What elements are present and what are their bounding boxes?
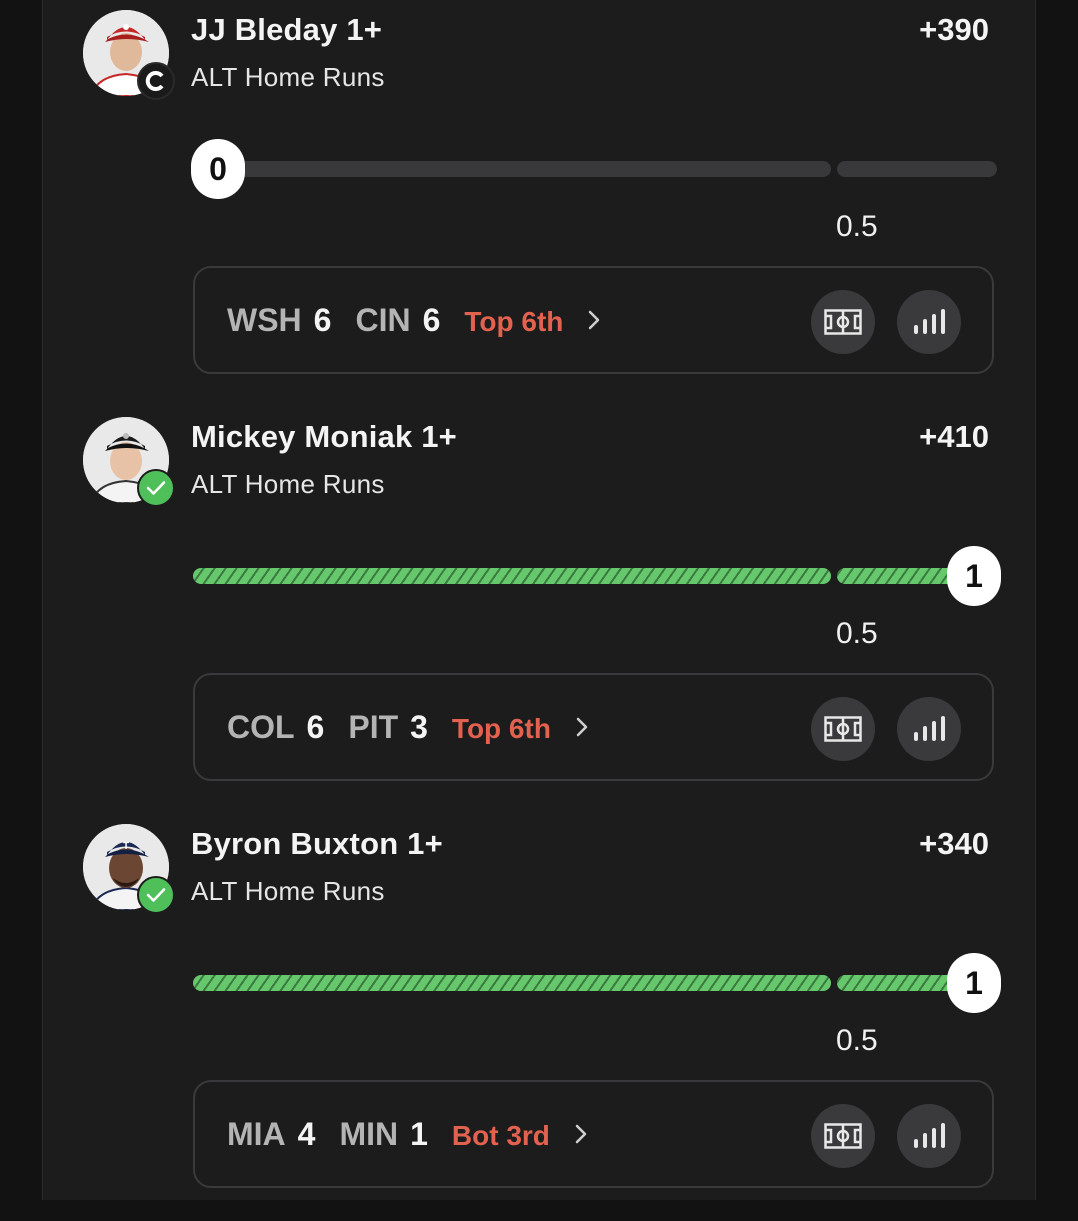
game-inning: Top 6th — [464, 306, 564, 337]
team-logo-badge — [137, 62, 175, 100]
away-score: 6 — [306, 709, 325, 745]
home-team: CIN — [355, 302, 411, 338]
game-inning: Bot 3rd — [451, 1120, 550, 1151]
bet-legs-list: JJ Bleday 1+ +390 ALT Home Runs 0 0.5 WS… — [42, 0, 1036, 1200]
progress-track — [193, 975, 831, 991]
game-score: COL 6 PIT 3 Top 6th — [227, 709, 589, 746]
chevron-right-icon[interactable] — [574, 1123, 588, 1145]
won-badge — [137, 876, 175, 914]
player-name: JJ Bleday 1+ — [191, 12, 383, 47]
stats-button[interactable] — [897, 290, 961, 354]
away-score: 6 — [313, 302, 332, 338]
home-score: 1 — [410, 1116, 428, 1152]
line-marker: 0.5 — [836, 617, 878, 650]
line-marker: 0.5 — [836, 1024, 878, 1057]
progress-track-remaining — [837, 161, 997, 177]
bet-leg[interactable]: T Byron Buxton 1+ +340 ALT Home Runs 1 0… — [43, 814, 1037, 1221]
player-name: Byron Buxton 1+ — [191, 826, 443, 861]
game-card[interactable]: WSH 6 CIN 6 Top 6th — [193, 266, 994, 374]
bet-leg[interactable]: JJ Bleday 1+ +390 ALT Home Runs 0 0.5 WS… — [43, 0, 1037, 407]
progress-track — [193, 568, 831, 584]
line-marker: 0.5 — [836, 210, 878, 243]
home-team: PIT — [348, 709, 399, 745]
game-inning: Top 6th — [451, 713, 551, 744]
progress-knob: 0 — [191, 139, 245, 199]
leg-odds: +410 — [919, 419, 989, 454]
player-name: Mickey Moniak 1+ — [191, 419, 457, 454]
leg-odds: +390 — [919, 12, 989, 47]
check-icon — [146, 888, 166, 902]
cincinnati-c-icon — [145, 71, 164, 91]
away-team: COL — [227, 709, 295, 745]
away-team: WSH — [227, 302, 302, 338]
progress-track — [193, 161, 831, 177]
home-score: 3 — [410, 709, 428, 745]
won-badge — [137, 469, 175, 507]
chevron-right-icon[interactable] — [575, 716, 589, 738]
leg-odds: +340 — [919, 826, 989, 861]
game-score: MIA 4 MIN 1 Bot 3rd — [227, 1116, 588, 1153]
check-icon — [146, 481, 166, 495]
game-card[interactable]: MIA 4 MIN 1 Bot 3rd — [193, 1080, 994, 1188]
field-icon — [824, 716, 862, 742]
home-score: 6 — [422, 302, 441, 338]
stats-button[interactable] — [897, 697, 961, 761]
progress-knob: 1 — [947, 953, 1001, 1013]
progress-knob: 1 — [947, 546, 1001, 606]
bet-leg[interactable]: Mickey Moniak 1+ +410 ALT Home Runs 1 0.… — [43, 407, 1037, 814]
game-score: WSH 6 CIN 6 Top 6th — [227, 302, 601, 339]
home-team: MIN — [339, 1116, 399, 1152]
field-icon — [824, 309, 862, 335]
market-label: ALT Home Runs — [191, 469, 385, 499]
away-score: 4 — [297, 1116, 316, 1152]
stats-button[interactable] — [897, 1104, 961, 1168]
stats-bars-icon — [914, 1123, 945, 1148]
field-view-button[interactable] — [811, 290, 875, 354]
market-label: ALT Home Runs — [191, 62, 385, 92]
chevron-right-icon[interactable] — [587, 309, 601, 331]
field-icon — [824, 1123, 862, 1149]
stats-bars-icon — [914, 309, 945, 334]
game-card[interactable]: COL 6 PIT 3 Top 6th — [193, 673, 994, 781]
market-label: ALT Home Runs — [191, 876, 385, 906]
field-view-button[interactable] — [811, 1104, 875, 1168]
away-team: MIA — [227, 1116, 286, 1152]
stats-bars-icon — [914, 716, 945, 741]
svg-text:T: T — [123, 841, 129, 852]
field-view-button[interactable] — [811, 697, 875, 761]
